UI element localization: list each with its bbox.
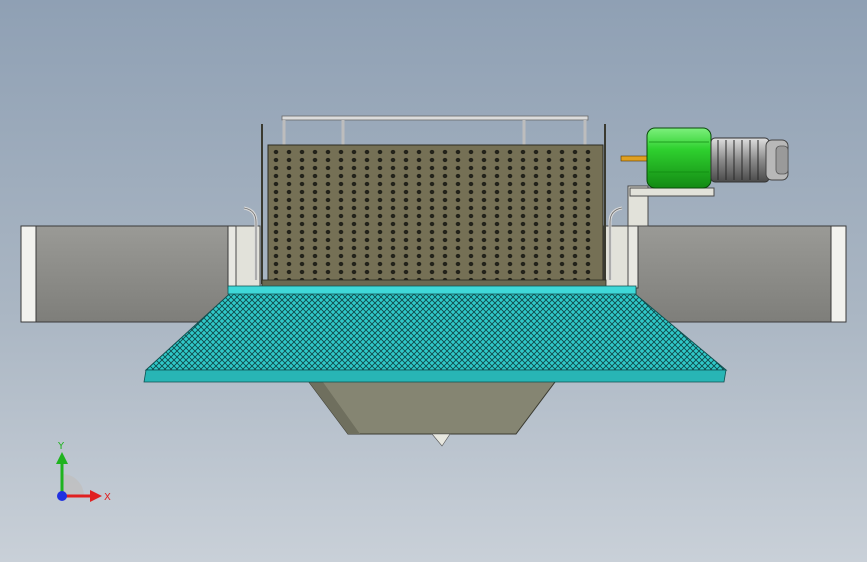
cad-model-scene[interactable]: [0, 0, 867, 562]
x-axis-arrowhead: [90, 490, 102, 502]
coordinate-triad: Y X: [56, 441, 111, 503]
gearbox[interactable]: [710, 137, 789, 183]
collection-hopper[interactable]: [305, 377, 559, 447]
cad-viewport[interactable]: Y X: [0, 0, 867, 562]
y-axis-arrowhead: [56, 452, 68, 464]
right-conveyor-belt[interactable]: [627, 225, 847, 323]
y-axis-label: Y: [57, 441, 65, 452]
left-conveyor-belt[interactable]: [20, 225, 239, 323]
drive-motor[interactable]: [620, 127, 712, 189]
mesh-feed-table[interactable]: [143, 285, 728, 383]
z-axis-dot: [57, 491, 67, 501]
x-axis-label: X: [104, 492, 111, 503]
perforated-drum-screen[interactable]: [261, 144, 607, 289]
motor-bracket: [627, 185, 715, 227]
top-guard-rail: [281, 115, 589, 146]
